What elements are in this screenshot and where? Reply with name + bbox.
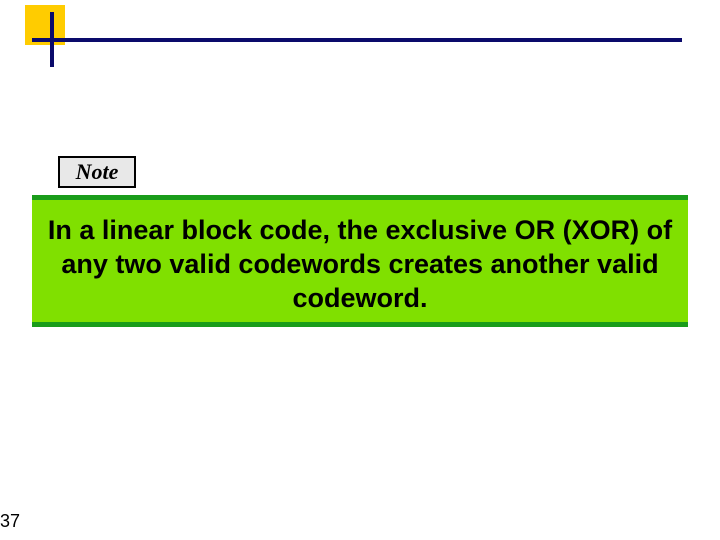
- body-text: In a linear block code, the exclusive OR…: [44, 214, 676, 315]
- note-label: Note: [58, 156, 136, 188]
- page-number: 37: [0, 511, 20, 532]
- header-rule: [32, 38, 682, 42]
- highlight-bottom-rule: [32, 322, 688, 327]
